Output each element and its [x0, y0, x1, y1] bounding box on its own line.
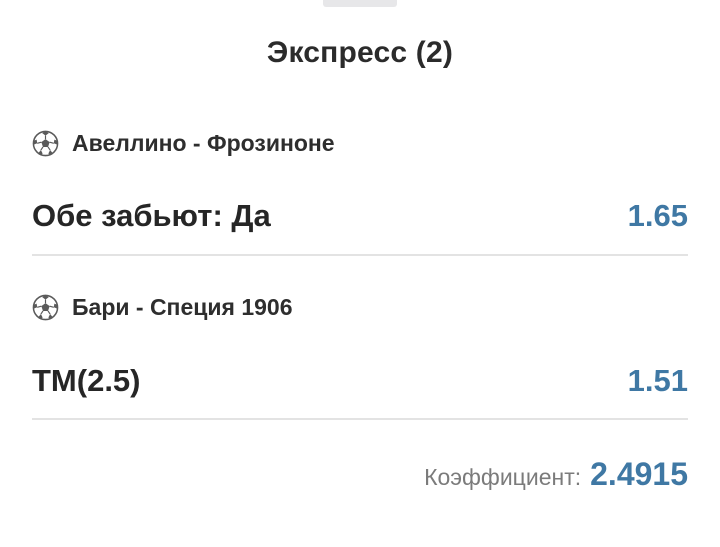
bet-odd-value: 1.51 [627, 363, 688, 398]
total-coefficient: Коэффициент: 2.4915 [424, 456, 688, 493]
event-match-name: Бари - Специя 1906 [72, 293, 293, 320]
coefficient-value: 2.4915 [590, 456, 688, 492]
event-header: Авеллино - Фрозиноне [32, 128, 335, 158]
bet-outcome-label: Обе забьют: Да [32, 198, 271, 233]
sheet-drag-handle[interactable] [323, 0, 397, 7]
soccer-ball-icon [32, 294, 59, 320]
soccer-ball-icon [32, 130, 59, 156]
bet-outcome-label: ТМ(2.5) [32, 363, 141, 398]
bet-row[interactable]: ТМ(2.5) 1.51 [32, 363, 688, 403]
bet-odd-value: 1.65 [627, 198, 688, 233]
sheet-title: Экспресс (2) [266, 36, 454, 69]
bet-row[interactable]: Обе забьют: Да 1.65 [32, 198, 688, 238]
divider [32, 418, 688, 420]
express-bet-sheet: Экспресс (2) Авеллино - Фрозиноне Обе за… [0, 0, 720, 547]
event-header: Бари - Специя 1906 [32, 292, 293, 322]
event-match-name: Авеллино - Фрозиноне [72, 129, 335, 156]
divider [32, 254, 688, 256]
coefficient-label: Коэффициент: [424, 464, 582, 490]
